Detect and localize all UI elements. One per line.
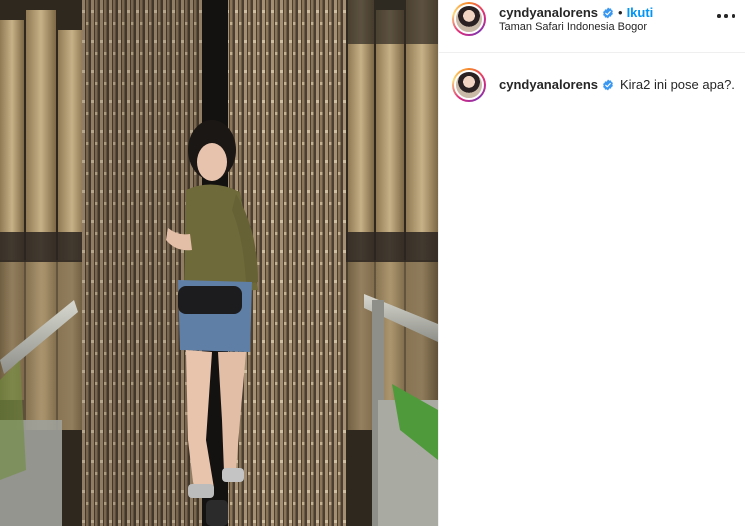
caption-comment: cyndyanalorens Kira2 ini pose apa?.: [439, 68, 745, 108]
caption-avatar[interactable]: [452, 68, 486, 102]
more-options-icon[interactable]: [717, 9, 735, 23]
follow-button[interactable]: Ikuti: [627, 5, 654, 20]
caption-body: Kira2 ini pose apa?.: [620, 77, 735, 92]
verified-badge-icon: [603, 7, 613, 18]
separator-dot: •: [618, 5, 623, 20]
caption-text-line: cyndyanalorens Kira2 ini pose apa?.: [499, 77, 735, 92]
post-header: cyndyanalorens • Ikuti Taman Safari Indo…: [439, 0, 745, 53]
verified-badge-icon: [603, 79, 613, 90]
caption-username[interactable]: cyndyanalorens: [499, 77, 598, 92]
post-image: [0, 0, 438, 526]
post-side-panel: cyndyanalorens • Ikuti Taman Safari Indo…: [438, 0, 745, 526]
post-location[interactable]: Taman Safari Indonesia Bogor: [499, 21, 647, 33]
author-line: cyndyanalorens • Ikuti: [499, 5, 653, 20]
author-username[interactable]: cyndyanalorens: [499, 5, 598, 20]
author-avatar[interactable]: [452, 2, 486, 36]
post-photo[interactable]: [0, 0, 438, 526]
